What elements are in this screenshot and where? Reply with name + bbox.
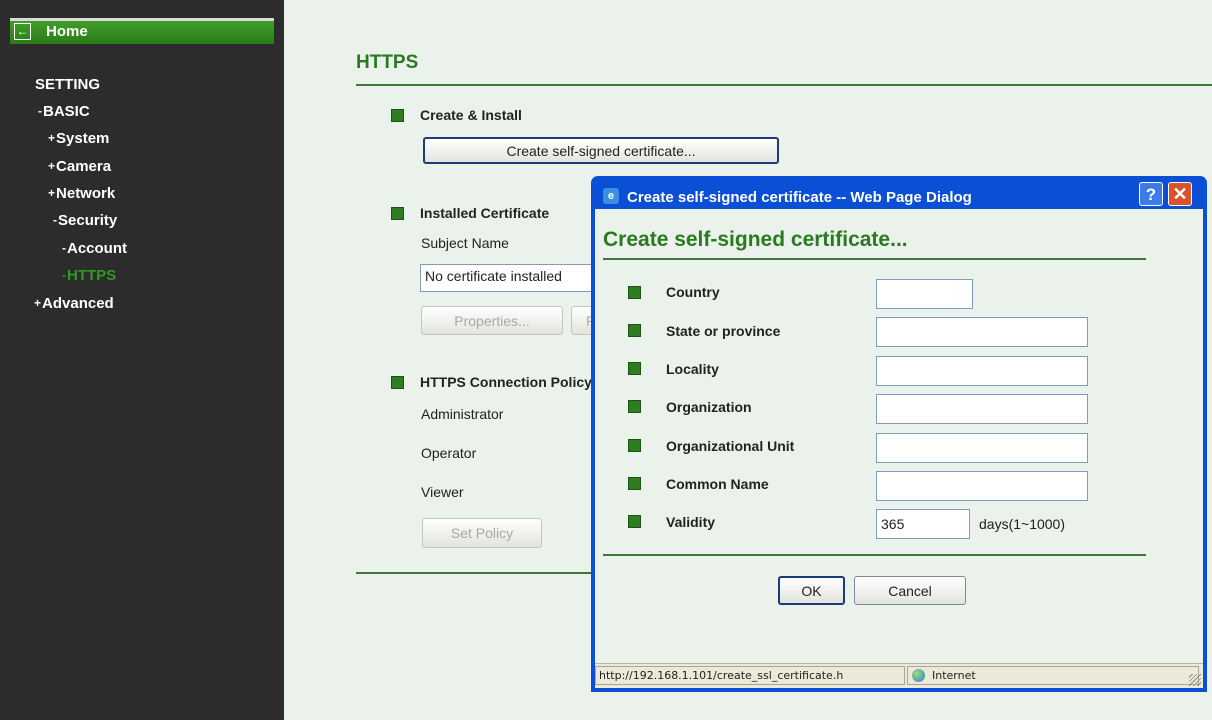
expand-symbol: + [48, 186, 56, 200]
title-divider [356, 84, 1212, 86]
sidebar-item-label: Network [56, 185, 116, 202]
status-zone-box: Internet [907, 666, 1199, 685]
dialog-heading: Create self-signed certificate... [603, 228, 908, 251]
state-label: State or province [666, 323, 781, 339]
sidebar-item-network[interactable]: +Network [48, 185, 115, 202]
sidebar-item-https[interactable]: -HTTPS [62, 267, 116, 284]
common-name-input[interactable] [876, 471, 1088, 501]
dialog-top-divider [603, 258, 1146, 260]
sidebar-item-label: Advanced [42, 295, 114, 312]
sidebar-item-label: Account [67, 240, 127, 257]
organization-input[interactable] [876, 394, 1088, 424]
https-connection-policy-heading: HTTPS Connection Policy [420, 374, 592, 390]
certificate-dialog: e Create self-signed certificate -- Web … [591, 176, 1207, 692]
sidebar-item-advanced[interactable]: +Advanced [34, 295, 114, 312]
set-policy-button[interactable]: Set Policy [422, 518, 542, 548]
dialog-title: Create self-signed certificate -- Web Pa… [627, 189, 972, 206]
sidebar-item-label: Camera [56, 158, 112, 175]
back-arrow-icon: ← [14, 23, 31, 40]
expand-symbol: + [34, 296, 42, 310]
field-bullet-icon [628, 324, 641, 337]
section-bullet-icon [391, 376, 404, 389]
close-button[interactable]: ✕ [1168, 182, 1192, 206]
home-link[interactable]: ← Home [10, 18, 274, 44]
locality-input[interactable] [876, 356, 1088, 386]
viewer-label: Viewer [421, 484, 464, 500]
resize-grip-icon[interactable] [1189, 674, 1201, 686]
dialog-content: Create self-signed certificate... Countr… [595, 209, 1203, 688]
country-input[interactable] [876, 279, 973, 309]
field-bullet-icon [628, 400, 641, 413]
dialog-bottom-divider [603, 554, 1146, 556]
administrator-label: Administrator [421, 406, 504, 422]
common-name-label: Common Name [666, 476, 769, 492]
sidebar-item-security[interactable]: -Security [53, 212, 117, 229]
home-label: Home [46, 23, 88, 40]
sidebar-item-basic[interactable]: -BASIC [38, 103, 90, 120]
validity-unit: days(1~1000) [979, 516, 1066, 532]
ie-page-icon: e [603, 188, 619, 204]
sidebar-item-label: HTTPS [67, 267, 117, 284]
help-button[interactable]: ? [1139, 182, 1163, 206]
cancel-button[interactable]: Cancel [854, 576, 966, 605]
status-url: http://192.168.1.101/create_ssl_certific… [595, 666, 905, 685]
expand-symbol: + [48, 159, 56, 173]
operator-label: Operator [421, 445, 477, 461]
setting-heading: SETTING [35, 76, 101, 93]
collapse-symbol: - [53, 213, 57, 227]
field-bullet-icon [628, 515, 641, 528]
item-symbol: - [62, 268, 66, 282]
globe-icon [912, 669, 925, 682]
bottom-divider [356, 572, 596, 574]
field-bullet-icon [628, 362, 641, 375]
sidebar-item-account[interactable]: -Account [62, 240, 127, 257]
collapse-symbol: - [38, 104, 42, 118]
sidebar-item-system[interactable]: +System [48, 130, 109, 147]
field-bullet-icon [628, 286, 641, 299]
organizational-unit-input[interactable] [876, 433, 1088, 463]
sidebar-item-label: BASIC [43, 103, 90, 120]
field-bullet-icon [628, 439, 641, 452]
sidebar-item-label: System [56, 130, 110, 147]
organizational-unit-label: Organizational Unit [666, 438, 795, 454]
ok-button[interactable]: OK [778, 576, 845, 605]
section-bullet-icon [391, 207, 404, 220]
field-bullet-icon [628, 477, 641, 490]
validity-input[interactable] [876, 509, 970, 539]
sidebar: ← Home SETTING -BASIC +System +Camera +N… [0, 0, 284, 720]
country-label: Country [666, 284, 720, 300]
validity-label: Validity [666, 514, 716, 530]
page-title: HTTPS [356, 52, 419, 73]
sidebar-item-label: Security [58, 212, 118, 229]
create-install-heading: Create & Install [420, 107, 522, 123]
organization-label: Organization [666, 399, 752, 415]
state-input[interactable] [876, 317, 1088, 347]
sidebar-item-camera[interactable]: +Camera [48, 158, 111, 175]
item-symbol: - [62, 241, 66, 255]
section-bullet-icon [391, 109, 404, 122]
status-bar: http://192.168.1.101/create_ssl_certific… [595, 663, 1203, 688]
locality-label: Locality [666, 361, 719, 377]
subject-name-label: Subject Name [421, 235, 509, 251]
installed-certificate-heading: Installed Certificate [420, 205, 550, 221]
expand-symbol: + [48, 131, 56, 145]
subject-name-field: No certificate installed [420, 264, 620, 292]
create-self-signed-certificate-button[interactable]: Create self-signed certificate... [423, 137, 779, 164]
status-zone: Internet [932, 669, 976, 682]
properties-button[interactable]: Properties... [421, 306, 563, 335]
